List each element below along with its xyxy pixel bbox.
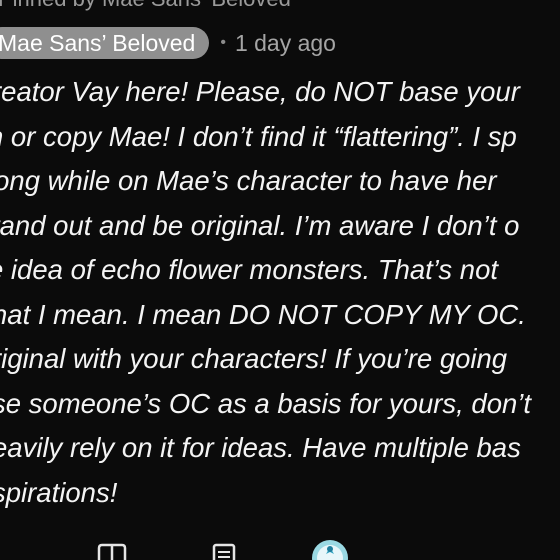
pinned-indicator: Pinned by Mae Sans' Beloved <box>0 0 291 12</box>
note-icon[interactable] <box>211 542 237 560</box>
comment-timestamp[interactable]: 1 day ago <box>235 30 336 57</box>
comment-line: spirations! <box>0 476 118 508</box>
comment-line: riginal with your characters! If you’re … <box>0 343 508 374</box>
author-chip[interactable]: Mae Sans’ Beloved <box>0 27 210 59</box>
comment-line: n or copy Mae! I don’t find it “flatteri… <box>0 120 517 152</box>
comment-body: reator Vay here! Please, do NOT base you… <box>0 70 560 515</box>
comment-line: tand out and be original. I’m aware I do… <box>0 209 520 241</box>
comment-line: reator Vay here! Please, do NOT base you… <box>0 76 520 107</box>
comment-line: long while on Mae’s character to have he… <box>0 165 497 196</box>
comment-meta: Mae Sans’ Beloved • 1 day ago <box>0 27 336 59</box>
meta-separator: • <box>220 34 226 51</box>
comment-line: hat I mean. I mean DO NOT COPY MY OC. <box>0 298 526 330</box>
creator-avatar-icon[interactable] <box>310 538 350 560</box>
comment-line: se someone’s OC as a basis for yours, do… <box>0 387 532 419</box>
comment-line: e idea of echo flower monsters. That’s n… <box>0 254 499 285</box>
reply-bubble-icon[interactable] <box>96 542 128 560</box>
comment-line: eavily rely on it for ideas. Have multip… <box>0 432 521 463</box>
